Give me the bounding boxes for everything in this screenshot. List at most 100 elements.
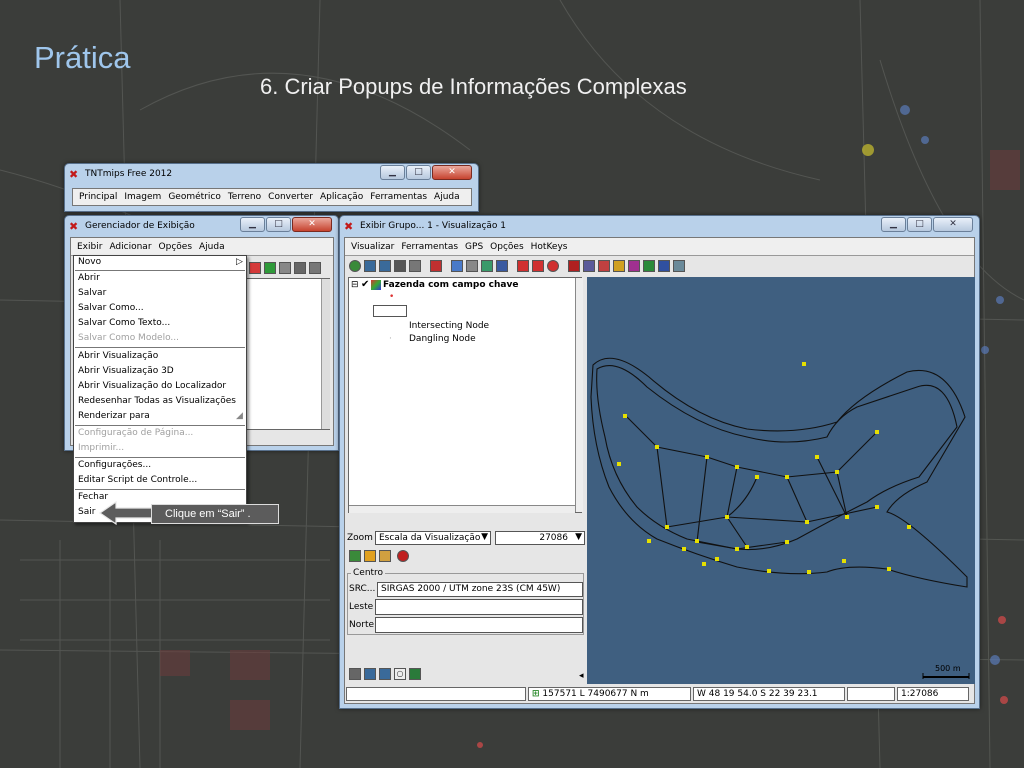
pencil-icon[interactable]	[613, 260, 625, 272]
camera-icon[interactable]	[409, 260, 421, 272]
menu-visualizar[interactable]: Visualizar	[351, 242, 394, 252]
measure-icon[interactable]	[466, 260, 478, 272]
table-icon[interactable]	[279, 262, 291, 274]
menu-geometrico[interactable]: Geométrico	[168, 192, 221, 202]
menu-item-abrir-visualizacao-3d[interactable]: Abrir Visualização 3D	[78, 366, 174, 376]
zoom-in-icon[interactable]	[364, 668, 376, 680]
maximize-button[interactable]: □	[406, 165, 431, 180]
menu-gps[interactable]: GPS	[465, 242, 483, 252]
menu-principal[interactable]: Principal	[79, 192, 117, 202]
layer-list-icon[interactable]	[349, 668, 361, 680]
stop-icon[interactable]	[568, 260, 580, 272]
menu-item-salvar-como-modelo: Salvar Como Modelo...	[78, 333, 180, 343]
cancel-icon[interactable]	[547, 260, 559, 272]
edit-icon[interactable]	[628, 260, 640, 272]
pointer-icon[interactable]	[598, 260, 610, 272]
redraw-icon[interactable]	[349, 260, 361, 272]
layer-visible-checkbox[interactable]: ✔	[361, 279, 369, 290]
zoom-extent-icon[interactable]	[379, 668, 391, 680]
menu-ferramentas[interactable]: Ferramentas	[401, 242, 458, 252]
maximize-button[interactable]: □	[907, 217, 932, 232]
tntmips-titlebar[interactable]: ✖ TNTmips Free 2012 ▁ □ ✕	[65, 164, 478, 184]
magnifier-icon[interactable]: ○	[394, 668, 406, 680]
minimize-button[interactable]: ▁	[240, 217, 265, 232]
menu-ajuda[interactable]: Ajuda	[434, 192, 460, 202]
src-label[interactable]: SRC...	[349, 584, 375, 594]
binoculars-icon[interactable]	[394, 260, 406, 272]
gps-target-icon[interactable]	[349, 550, 361, 562]
viewer-titlebar[interactable]: ✖ Exibir Grupo... 1 - Visualização 1 ▁ □…	[340, 216, 979, 236]
gerenciador-titlebar[interactable]: ✖ Gerenciador de Exibição ▁ □ ✕	[65, 216, 338, 236]
query-icon[interactable]	[496, 260, 508, 272]
gps-icon[interactable]	[481, 260, 493, 272]
grid-icon[interactable]	[249, 262, 261, 274]
close-button[interactable]: ✕	[292, 217, 332, 232]
minimize-button[interactable]: ▁	[380, 165, 405, 180]
menu-item-sair[interactable]: Sair	[78, 507, 95, 517]
menu-item-salvar-como-texto[interactable]: Salvar Como Texto...	[78, 318, 170, 328]
zoom-value-field[interactable]: 27086 ▼	[495, 531, 585, 545]
list-icon[interactable]	[294, 262, 306, 274]
print-icon[interactable]	[379, 550, 391, 562]
menu-separator	[75, 457, 245, 458]
menu-ferramentas[interactable]: Ferramentas	[370, 192, 427, 202]
close-button[interactable]: ✕	[933, 217, 973, 232]
menu-imagem[interactable]: Imagem	[124, 192, 161, 202]
minimize-button[interactable]: ▁	[881, 217, 906, 232]
gerenciador-toolbar	[249, 262, 321, 274]
chevron-down-icon: ▼	[481, 532, 488, 542]
map-canvas[interactable]	[587, 277, 975, 684]
menu-aplicacao[interactable]: Aplicação	[320, 192, 363, 202]
back-icon[interactable]	[517, 260, 529, 272]
submenu-arrow-icon: ◢	[236, 411, 243, 421]
menu-opcoes[interactable]: Opções	[159, 242, 192, 252]
menu-item-abrir-visualizacao[interactable]: Abrir Visualização	[78, 351, 158, 361]
menu-item-salvar-como[interactable]: Salvar Como...	[78, 303, 144, 313]
menu-item-novo[interactable]: Novo ▷	[78, 257, 243, 267]
zoom-group-icon[interactable]	[364, 260, 376, 272]
zoom-in-icon[interactable]	[583, 260, 595, 272]
stop-icon[interactable]	[397, 550, 409, 562]
menu-item-abrir[interactable]: Abrir	[78, 273, 100, 283]
expand-icon[interactable]: ⊟	[351, 280, 359, 290]
leste-field[interactable]	[375, 599, 583, 615]
legend-vertical-scrollbar[interactable]	[575, 278, 583, 512]
maximize-button[interactable]: □	[266, 217, 291, 232]
menu-item-configuracoes[interactable]: Configurações...	[78, 460, 151, 470]
layer-name[interactable]: Fazenda com campo chave	[383, 280, 518, 290]
src-field[interactable]: SIRGAS 2000 / UTM zone 23S (CM 45W)	[377, 582, 583, 597]
legend-horizontal-scrollbar[interactable]	[349, 505, 575, 513]
open-folder-icon[interactable]	[364, 550, 376, 562]
add-layer-icon[interactable]	[430, 260, 442, 272]
menu-item-editar-script[interactable]: Editar Script de Controle...	[78, 475, 197, 485]
tree-icon[interactable]	[264, 262, 276, 274]
menu-opcoes[interactable]: Opções	[490, 242, 523, 252]
collapse-left-icon[interactable]: ◂	[579, 671, 584, 681]
gps-target-icon: ⊞	[532, 689, 540, 699]
settings-icon[interactable]	[673, 260, 685, 272]
tntmips-window: ✖ TNTmips Free 2012 ▁ □ ✕ Principal Imag…	[64, 163, 479, 212]
menu-exibir[interactable]: Exibir	[77, 242, 102, 252]
layers-icon[interactable]	[658, 260, 670, 272]
menu-item-redesenhar[interactable]: Redesenhar Todas as Visualizações	[78, 396, 236, 406]
norte-field[interactable]	[375, 617, 583, 633]
menu-terreno[interactable]: Terreno	[228, 192, 261, 202]
zoom-mode-select[interactable]: Escala da Visualização ▼	[375, 531, 491, 545]
vertical-scrollbar[interactable]	[321, 279, 330, 429]
menu-item-renderizar-para[interactable]: Renderizar para ◢	[78, 411, 243, 421]
menu-ajuda[interactable]: Ajuda	[199, 242, 225, 252]
legend-panel[interactable]: ⊟ ✔ Fazenda com campo chave • Intersecti…	[348, 277, 583, 513]
close-button[interactable]: ✕	[432, 165, 472, 180]
menu-converter[interactable]: Converter	[268, 192, 313, 202]
details-icon[interactable]	[309, 262, 321, 274]
map-icon[interactable]	[409, 668, 421, 680]
menu-item-salvar[interactable]: Salvar	[78, 288, 106, 298]
menu-item-abrir-visualizacao-localizador[interactable]: Abrir Visualização do Localizador	[78, 381, 226, 391]
menu-hotkeys[interactable]: HotKeys	[531, 242, 568, 252]
zoom-layer-icon[interactable]	[379, 260, 391, 272]
forward-icon[interactable]	[532, 260, 544, 272]
select-icon[interactable]	[451, 260, 463, 272]
menu-adicionar[interactable]: Adicionar	[109, 242, 151, 252]
status-latlong: W 48 19 54.0 S 22 39 23.1	[693, 687, 845, 701]
layout-icon[interactable]	[643, 260, 655, 272]
